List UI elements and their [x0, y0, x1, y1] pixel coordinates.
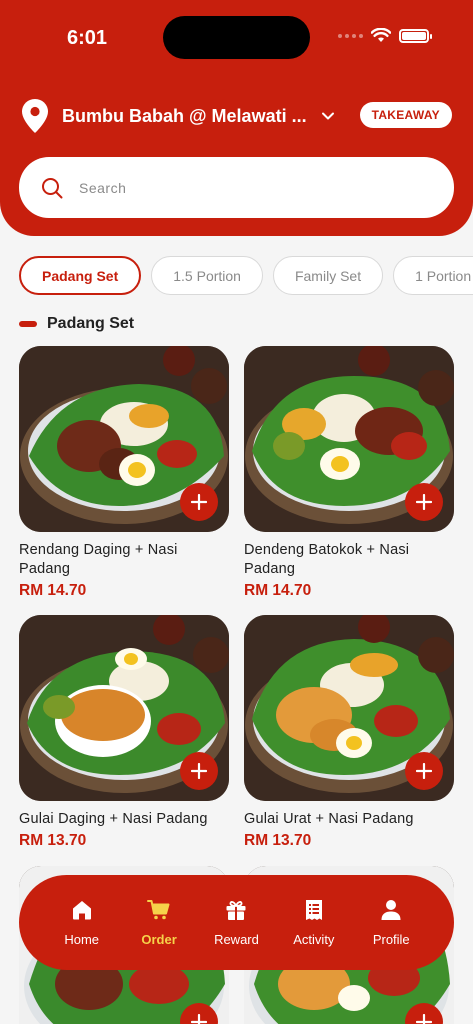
nav-order[interactable]: Order [126, 898, 192, 947]
product-name: Dendeng Batokok + Nasi Padang [244, 542, 410, 577]
store-selector[interactable]: Bumbu Babah @ Melawati ... TAKEAWAY [22, 98, 452, 134]
tab-padang-set[interactable]: Padang Set [19, 256, 142, 295]
nav-reward[interactable]: Reward [203, 898, 269, 947]
home-icon [72, 901, 91, 920]
product-card[interactable]: Gulai Daging + Nasi Padang RM 13.70 [19, 615, 229, 850]
search-icon [42, 177, 63, 198]
battery-icon [399, 28, 432, 43]
product-image[interactable] [244, 615, 454, 801]
product-name: Rendang Daging + Nasi Padang [19, 542, 178, 577]
section-header: Padang Set [19, 315, 134, 333]
product-card[interactable]: Dendeng Batokok + Nasi Padang RM 14.70 [244, 346, 454, 600]
takeaway-badge[interactable]: TAKEAWAY [359, 102, 452, 128]
tab-family-set[interactable]: Family Set [272, 256, 384, 295]
person-icon [381, 900, 401, 920]
bottom-nav: Home Order Reward Activity Profile [19, 875, 454, 970]
status-icons [338, 28, 432, 43]
plus-icon [416, 1014, 432, 1024]
dynamic-island [163, 16, 310, 59]
header: 6:01 Bumbu Babah @ Melawati ... TAKEAWAY [0, 0, 473, 236]
section-accent [19, 321, 37, 327]
nav-label: Activity [293, 932, 335, 947]
add-to-cart-button[interactable] [180, 483, 218, 521]
nav-label: Profile [372, 932, 410, 947]
nav-label: Home [64, 932, 100, 947]
product-image[interactable] [244, 346, 454, 532]
add-to-cart-button[interactable] [405, 483, 443, 521]
search-input[interactable] [79, 179, 399, 196]
plus-icon [191, 1014, 207, 1024]
product-image[interactable] [19, 615, 229, 801]
signal-icon [338, 33, 363, 38]
store-name[interactable]: Bumbu Babah @ Melawati ... [62, 106, 307, 127]
wifi-icon [371, 28, 391, 42]
nav-label: Order [141, 932, 177, 947]
product-price: RM 14.70 [19, 582, 87, 599]
product-price: RM 13.70 [19, 832, 87, 849]
receipt-icon [305, 900, 322, 920]
category-tabs: Padang Set 1.5 Portion Family Set 1 Port… [19, 256, 473, 296]
tab-1-portion[interactable]: 1 Portion [393, 256, 473, 295]
cart-icon [147, 900, 170, 920]
product-name: Gulai Urat + Nasi Padang [244, 811, 414, 827]
nav-profile[interactable]: Profile [358, 898, 424, 947]
section-title: Padang Set [47, 315, 135, 332]
tab-1-5-portion[interactable]: 1.5 Portion [151, 256, 263, 295]
product-price: RM 13.70 [244, 832, 312, 849]
plus-icon [191, 763, 207, 779]
product-card[interactable]: Gulai Urat + Nasi Padang RM 13.70 [244, 615, 454, 850]
nav-label: Reward [214, 932, 259, 947]
product-image[interactable] [19, 346, 229, 532]
plus-icon [191, 494, 207, 510]
add-to-cart-button[interactable] [405, 752, 443, 790]
status-time: 6:01 [67, 27, 108, 49]
search-bar[interactable] [19, 157, 454, 218]
plus-icon [416, 763, 432, 779]
add-to-cart-button[interactable] [180, 752, 218, 790]
location-pin-icon [22, 99, 48, 133]
nav-home[interactable]: Home [49, 898, 115, 947]
chevron-down-icon[interactable] [321, 109, 335, 123]
product-name: Gulai Daging + Nasi Padang [19, 811, 208, 827]
plus-icon [416, 494, 432, 510]
product-card[interactable]: Rendang Daging + Nasi Padang RM 14.70 [19, 346, 229, 600]
gift-icon [226, 901, 246, 920]
nav-activity[interactable]: Activity [281, 898, 347, 947]
product-price: RM 14.70 [244, 582, 312, 599]
